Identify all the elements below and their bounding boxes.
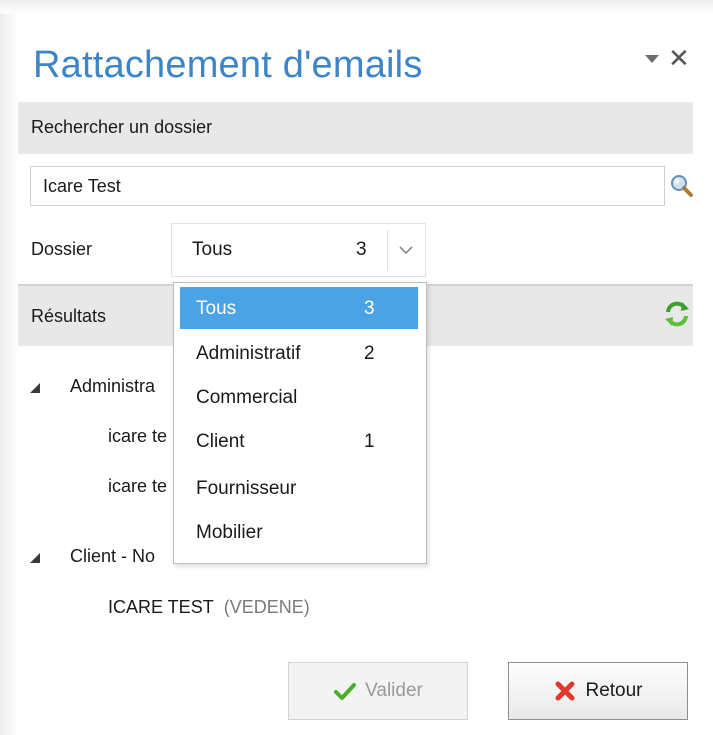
cross-icon <box>555 681 575 701</box>
tree-item-icare-test[interactable]: ICARE TEST (VEDENE) <box>108 597 310 618</box>
tree-item-name: ICARE TEST <box>108 597 214 617</box>
tree-group-client[interactable]: Client - No <box>70 546 155 567</box>
validate-button[interactable]: Valider <box>288 662 468 720</box>
panel-menu-icon[interactable] <box>645 55 659 63</box>
tree-collapse-icon[interactable] <box>30 553 40 563</box>
dossier-selected-value: Tous <box>192 239 233 260</box>
dropdown-option-mobilier[interactable]: Mobilier <box>180 511 418 553</box>
dropdown-option-fournisseur[interactable]: Fournisseur <box>180 467 418 509</box>
tree-item[interactable]: icare te <box>108 426 167 447</box>
tree-item-location: (VEDENE) <box>223 597 310 617</box>
refresh-icon[interactable] <box>662 299 692 329</box>
option-label: Mobilier <box>196 522 263 543</box>
option-label: Fournisseur <box>196 478 297 499</box>
dossier-dropdown-list: Tous 3 Administratif 2 Commercial Client… <box>173 282 427 564</box>
dropdown-option-client[interactable]: Client 1 <box>180 420 418 462</box>
tree-collapse-icon[interactable] <box>30 383 40 393</box>
results-section-label: Résultats <box>31 306 107 326</box>
dossier-selected-count: 3 <box>356 239 367 260</box>
option-count: 3 <box>364 298 375 319</box>
tree-group-administratif[interactable]: Administra <box>70 376 155 397</box>
window-shadow-left <box>0 0 18 735</box>
dossier-label: Dossier <box>31 239 93 259</box>
dropdown-option-tous[interactable]: Tous 3 <box>180 287 418 329</box>
search-input[interactable] <box>30 166 665 206</box>
option-count: 2 <box>364 343 375 364</box>
magnifier-icon[interactable] <box>668 173 694 199</box>
option-label: Administratif <box>196 343 301 364</box>
back-button-label: Retour <box>585 680 643 701</box>
search-section-label: Rechercher un dossier <box>31 117 213 137</box>
select-divider <box>387 230 388 270</box>
validate-button-label: Valider <box>365 680 423 701</box>
option-count: 1 <box>364 431 375 452</box>
email-attach-panel: Rattachement d'emails ✕ Rechercher un do… <box>18 14 713 735</box>
option-label: Commercial <box>196 387 298 408</box>
chevron-down-icon[interactable] <box>396 240 416 260</box>
close-icon[interactable]: ✕ <box>668 44 690 72</box>
back-button[interactable]: Retour <box>508 662 688 720</box>
dropdown-option-commercial[interactable]: Commercial <box>180 376 418 418</box>
dropdown-option-administratif[interactable]: Administratif 2 <box>180 332 418 374</box>
checkmark-icon <box>334 683 357 700</box>
option-label: Tous <box>196 298 237 319</box>
tree-item[interactable]: icare te <box>108 476 167 497</box>
dossier-select[interactable]: Tous 3 <box>171 223 426 277</box>
search-section-header: Rechercher un dossier <box>18 102 693 154</box>
window-shadow-top <box>0 0 713 14</box>
panel-title: Rattachement d'emails <box>33 44 423 86</box>
option-label: Client <box>196 431 245 452</box>
